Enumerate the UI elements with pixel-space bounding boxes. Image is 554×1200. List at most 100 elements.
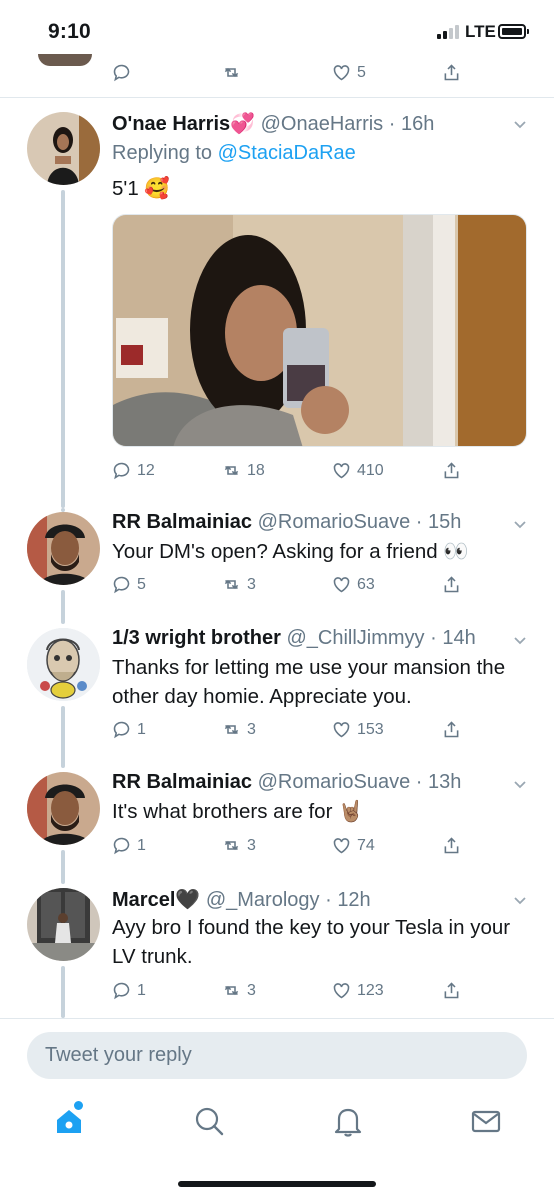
previous-tweet-actions: 5 [0,54,554,98]
new-tweets-dot [74,1101,83,1110]
timestamp: 12h [337,889,371,911]
tweet[interactable]: O'nae Harris💞 @OnaeHarris · 16h Replying… [0,98,554,508]
reply-count: 1 [137,836,146,854]
share-button[interactable] [441,719,462,740]
search-icon [195,1107,224,1136]
like-button[interactable]: 63 [331,574,375,595]
like-count: 63 [357,575,375,593]
tweet[interactable]: Marcel🖤 @_Marology · 12h Ayy bro I found… [0,884,554,1018]
tweet-header: O'nae Harris💞 @OnaeHarris · 16h [112,113,435,135]
retweet-button[interactable]: 3 [221,574,256,595]
mail-icon [471,1110,501,1133]
home-indicator[interactable] [178,1181,376,1187]
tweet-header: 1/3 wright brother @_ChillJimmyy · 14h [112,627,476,649]
reply-button[interactable]: 1 [111,719,146,740]
share-icon [444,64,459,81]
share-button[interactable] [441,574,462,595]
battery-icon [498,24,529,39]
tweet[interactable]: 1/3 wright brother @_ChillJimmyy · 14h T… [0,624,554,768]
display-name[interactable]: 1/3 wright brother [112,627,281,649]
timestamp: 15h [428,511,462,533]
tweet-header: RR Balmainiac @RomarioSuave · 13h [112,771,462,793]
tweet-text: It's what brothers are for 🤘🏽 [112,800,364,823]
reply-button[interactable]: 1 [111,980,146,1001]
avatar[interactable] [27,888,100,961]
retweet-button[interactable]: 3 [221,719,256,740]
retweet-button[interactable]: 3 [221,980,256,1001]
like-button[interactable]: 74 [331,835,375,856]
reply-input[interactable]: Tweet your reply [27,1032,527,1079]
like-button[interactable]: 123 [331,980,384,1001]
retweet-count: 3 [247,720,256,738]
tab-search[interactable] [192,1104,226,1138]
like-button[interactable]: 410 [331,460,384,481]
share-button[interactable] [441,835,462,856]
chevron-down-icon[interactable] [512,892,528,908]
share-icon [444,837,459,854]
heart-icon [333,838,350,854]
share-button[interactable] [441,980,462,1001]
display-name[interactable]: RR Balmainiac [112,771,252,793]
reply-count: 12 [137,461,155,479]
heart-icon [333,577,350,593]
chevron-down-icon[interactable] [512,116,528,132]
reply-button[interactable] [111,62,132,83]
reply-count: 1 [137,720,146,738]
tab-notifications[interactable] [331,1104,365,1138]
tweet-text: Thanks for letting me use your mansion t… [112,656,506,708]
reply-count: 5 [137,575,146,593]
status-bar: 9:10 LTE [0,0,554,62]
display-name[interactable]: RR Balmainiac [112,511,252,533]
share-button[interactable] [441,62,462,83]
display-name[interactable]: O'nae Harris [112,113,230,135]
handle[interactable]: @_Marology [206,889,320,911]
share-icon [444,576,459,593]
reply-count: 1 [137,981,146,999]
like-count: 5 [357,63,366,81]
timestamp: 16h [400,113,435,135]
chevron-down-icon[interactable] [512,632,528,648]
timestamp: 14h [442,627,476,649]
handle[interactable]: @OnaeHarris [261,113,384,135]
signal-icon [437,25,459,39]
handle[interactable]: @_ChillJimmyy [286,627,424,649]
retweet-button[interactable]: 18 [221,460,265,481]
like-button[interactable]: 5 [331,62,366,83]
heart-icon [333,463,350,479]
mention-link[interactable]: @StaciaDaRae [218,142,356,164]
handle[interactable]: @RomarioSuave [258,511,411,533]
avatar[interactable] [27,628,100,701]
tweet[interactable]: RR Balmainiac @RomarioSuave · 13h It's w… [0,768,554,884]
chevron-down-icon[interactable] [512,776,528,792]
reply-icon [113,721,130,739]
like-count: 410 [357,461,384,479]
reply-icon [113,982,130,1000]
reply-button[interactable]: 12 [111,460,155,481]
reply-button[interactable]: 5 [111,574,146,595]
retweet-button[interactable]: 3 [221,835,256,856]
retweet-count: 18 [247,461,265,479]
reply-icon [113,837,130,855]
avatar[interactable] [27,112,100,185]
retweet-count: 3 [247,836,256,854]
retweet-icon [224,465,239,476]
retweet-button[interactable] [221,62,242,83]
reply-button[interactable]: 1 [111,835,146,856]
heart-icon [333,983,350,999]
tweet-text: 5'1 🥰 [112,177,170,200]
share-button[interactable] [441,460,462,481]
share-icon [444,982,459,999]
like-count: 123 [357,981,384,999]
tweet[interactable]: RR Balmainiac @RomarioSuave · 15h Your D… [0,508,554,624]
name-emoji: 💞 [230,113,256,135]
like-button[interactable]: 153 [331,719,384,740]
handle[interactable]: @RomarioSuave [258,771,411,793]
share-icon [444,721,459,738]
chevron-down-icon[interactable] [512,516,528,532]
replying-to: Replying to @StaciaDaRae [112,142,356,164]
tab-messages[interactable] [469,1104,503,1138]
tweet-photo[interactable] [112,214,527,447]
share-icon [444,462,459,479]
display-name[interactable]: Marcel🖤 [112,889,200,911]
clock: 9:10 [48,20,91,43]
